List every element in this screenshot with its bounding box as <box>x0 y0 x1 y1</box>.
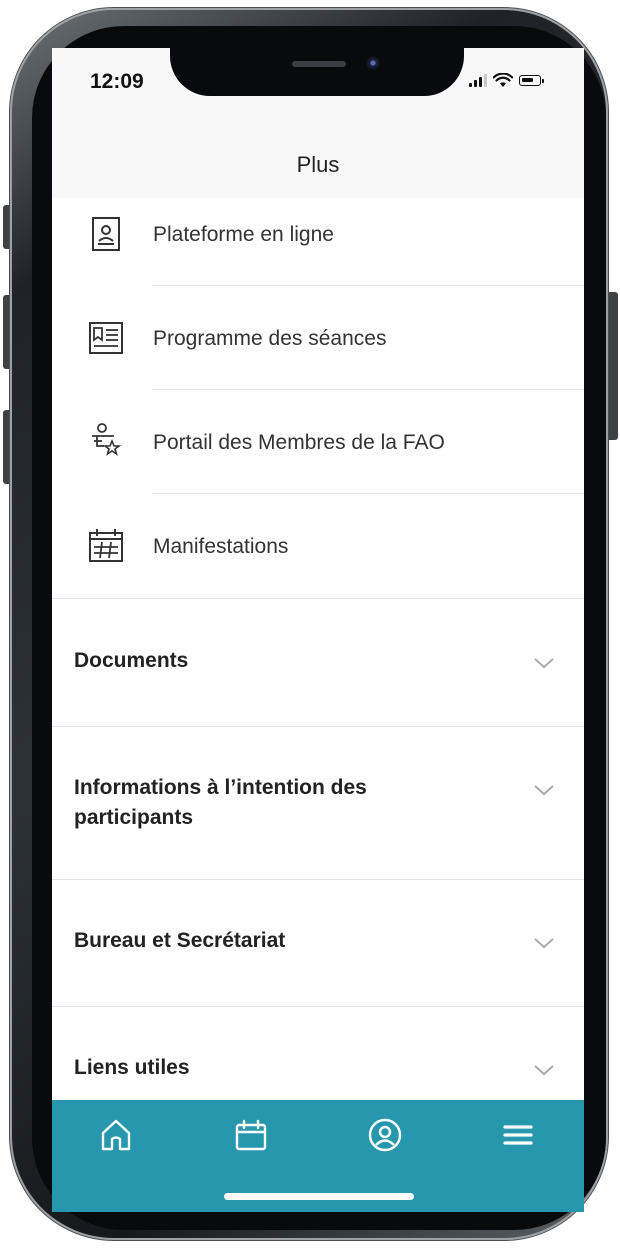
badge-icon <box>92 217 120 251</box>
chevron-down-icon <box>534 658 554 669</box>
divider <box>153 285 584 286</box>
menu-item-label: Portail des Membres de la FAO <box>153 431 445 454</box>
section-bureau-secretariat[interactable]: Bureau et Secrétariat <box>52 880 584 1006</box>
menu-item-label: Programme des séances <box>153 327 387 350</box>
divider <box>153 389 584 390</box>
menu-item-online-platform[interactable]: Plateforme en ligne <box>52 183 584 287</box>
menu-icon[interactable] <box>500 1117 536 1153</box>
profile-icon[interactable] <box>367 1117 403 1153</box>
signal-icon <box>469 74 487 87</box>
menu-item-label: Manifestations <box>153 535 289 558</box>
status-icons <box>469 73 544 88</box>
page-title: Plus <box>296 152 340 177</box>
section-useful-links[interactable]: Liens utiles <box>52 1007 584 1100</box>
section-title: Liens utiles <box>74 1056 190 1079</box>
battery-icon <box>519 75 544 86</box>
notch <box>170 48 464 96</box>
status-time: 12:09 <box>90 70 144 93</box>
chevron-down-icon <box>534 785 554 796</box>
member-star-icon <box>92 423 122 456</box>
power-button <box>609 292 618 440</box>
chevron-down-icon <box>534 1065 554 1076</box>
menu-item-member-portal[interactable]: Portail des Membres de la FAO <box>52 391 584 495</box>
menu-item-label: Plateforme en ligne <box>153 223 334 246</box>
section-title: Informations à l’intention des participa… <box>74 776 367 829</box>
calendar-icon[interactable] <box>233 1117 269 1153</box>
divider <box>52 598 584 599</box>
chevron-down-icon <box>534 938 554 949</box>
newspaper-icon <box>89 322 123 354</box>
speaker <box>292 61 346 67</box>
menu-item-events[interactable]: Manifestations <box>52 495 584 599</box>
home-indicator[interactable] <box>224 1193 414 1200</box>
divider <box>153 493 584 494</box>
menu-item-session-programme[interactable]: Programme des séances <box>52 287 584 391</box>
front-camera <box>366 56 380 70</box>
section-title: Bureau et Secrétariat <box>74 929 286 952</box>
section-participant-info[interactable]: Informations à l’intention des participa… <box>52 727 584 879</box>
wifi-icon <box>493 73 513 87</box>
home-icon[interactable] <box>98 1117 134 1153</box>
section-title: Documents <box>74 649 189 672</box>
calendar-grid-icon <box>89 529 123 562</box>
section-documents[interactable]: Documents <box>52 600 584 726</box>
